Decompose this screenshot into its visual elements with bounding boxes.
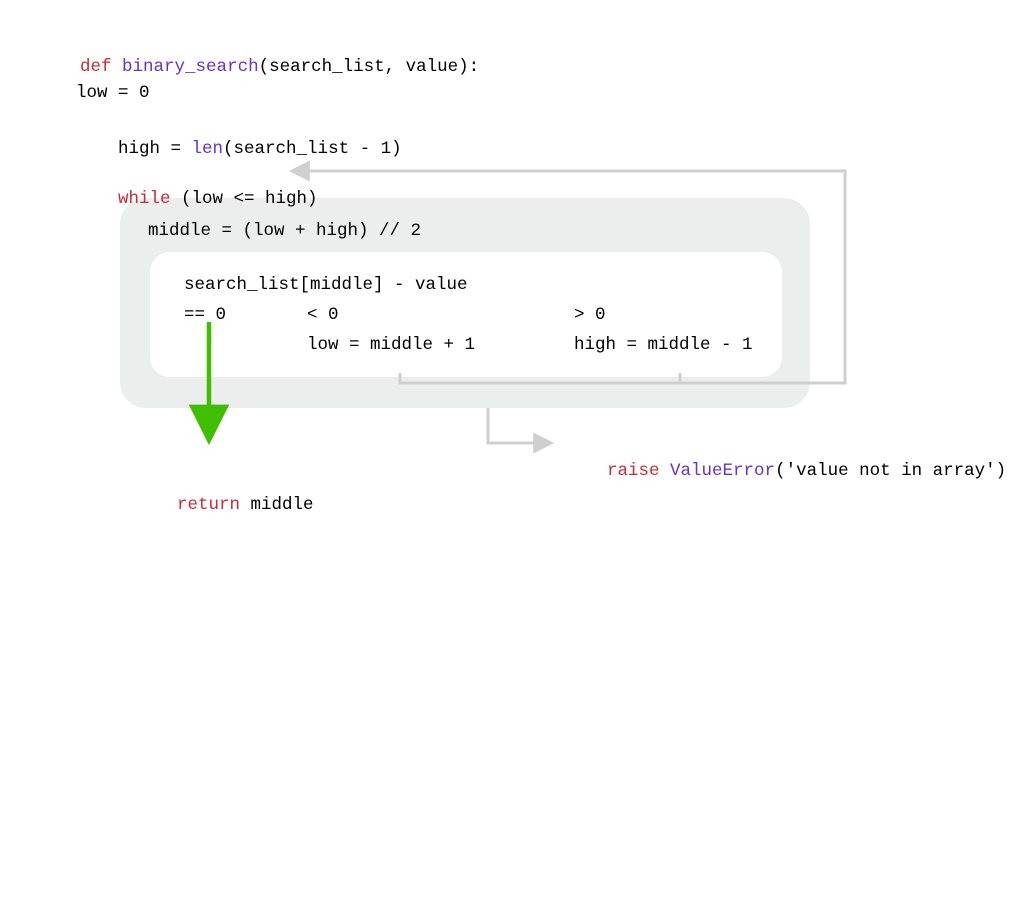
- raise-arrow: [488, 408, 550, 443]
- low-init: low = 0: [76, 80, 150, 106]
- params: (search_list, value):: [259, 57, 480, 77]
- high-update: high = middle - 1: [574, 332, 753, 358]
- case-lt: < 0: [307, 302, 339, 328]
- branch-box: [150, 252, 782, 377]
- error-type: ValueError: [660, 461, 776, 481]
- case-gt: > 0: [574, 302, 606, 328]
- low-update: low = middle + 1: [307, 332, 475, 358]
- case-eq: == 0: [184, 302, 226, 328]
- raise-keyword: raise: [607, 461, 660, 481]
- middle-assign: middle = (low + high) // 2: [148, 218, 421, 244]
- error-msg: ('value not in array'): [775, 461, 1006, 481]
- raise-line: raise ValueError('value not in array'): [565, 432, 1006, 511]
- len-call: len: [192, 139, 224, 159]
- return-val: middle: [240, 495, 314, 515]
- while-keyword: while: [118, 189, 171, 209]
- while-cond: (low <= high): [171, 189, 318, 209]
- def-keyword: def: [80, 57, 112, 77]
- function-name: binary_search: [122, 57, 259, 77]
- compare-expr: search_list[middle] - value: [184, 272, 468, 298]
- return-keyword: return: [177, 495, 240, 515]
- return-line: return middle: [135, 466, 314, 545]
- binary-search-diagram: def binary_search(search_list, value): l…: [20, 20, 1004, 886]
